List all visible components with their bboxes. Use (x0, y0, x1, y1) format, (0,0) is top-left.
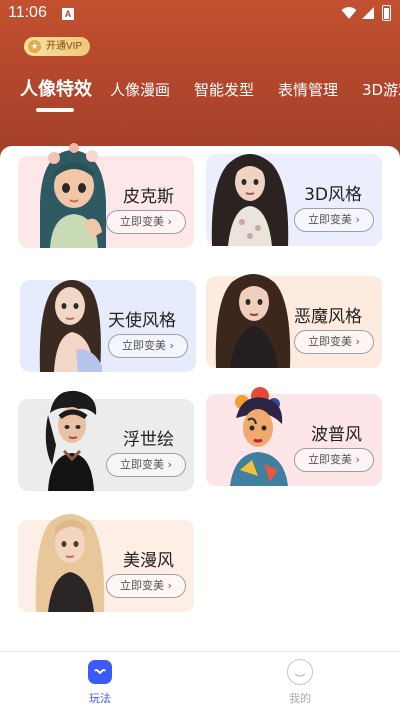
card-title: 3D风格 (304, 185, 362, 205)
card-title: 浮世绘 (123, 430, 174, 450)
nav-profile-label: 我的 (289, 692, 311, 705)
wifi-icon (341, 7, 357, 19)
angel-portrait-image (30, 266, 114, 372)
tab-portrait-comics[interactable]: 人像漫画 (110, 76, 170, 106)
header: 11:06 A ★ 开通VIP 人像特效 人像漫画 智能发型 表情管理 3D游戏 (0, 0, 400, 160)
transform-button[interactable]: 立即变美 › (294, 448, 374, 472)
nav-profile[interactable]: 我的 (250, 652, 350, 711)
3d-style-portrait-image (208, 144, 292, 246)
american-comic-portrait-image (28, 502, 112, 612)
tab-portrait-effects[interactable]: 人像特效 (20, 76, 92, 106)
nav-play-label: 玩法 (89, 692, 111, 705)
app-notification-icon: A (62, 8, 74, 20)
transform-button[interactable]: 立即变美 › (106, 210, 186, 234)
card-title: 波普风 (311, 425, 362, 445)
tab-smart-hairstyle[interactable]: 智能发型 (194, 76, 254, 106)
card-title: 皮克斯 (123, 187, 174, 207)
card-pop-art[interactable]: 波普风 立即变美 › (206, 387, 382, 486)
card-demon-style[interactable]: 恶魔风格 立即变美 › (206, 274, 382, 368)
signal-icon (362, 7, 374, 19)
profile-icon (287, 659, 313, 685)
card-title: 恶魔风格 (294, 307, 362, 327)
crown-icon: ★ (28, 40, 41, 53)
bottom-navigation: 玩法 我的 (0, 651, 400, 711)
pixar-portrait-image (32, 142, 114, 248)
card-angel-style[interactable]: 天使风格 立即变美 › (20, 280, 196, 372)
card-title: 美漫风 (123, 551, 174, 571)
tab-3d-game[interactable]: 3D游戏 (362, 76, 400, 106)
transform-button[interactable]: 立即变美 › (106, 453, 186, 477)
play-icon (88, 660, 112, 684)
active-tab-indicator (36, 108, 74, 112)
tab-expression[interactable]: 表情管理 (278, 76, 338, 106)
transform-button[interactable]: 立即变美 › (294, 330, 374, 354)
pop-art-portrait-image (212, 384, 298, 486)
transform-button[interactable]: 立即变美 › (106, 574, 186, 598)
status-bar: 11:06 A (0, 0, 400, 28)
effects-grid: 皮克斯 立即变美 › 3D风格 立即变美 › 天使风格 立即变美 › 恶魔风格 … (0, 143, 400, 651)
status-time: 11:06 (8, 4, 47, 21)
transform-button[interactable]: 立即变美 › (108, 334, 188, 358)
vip-button[interactable]: ★ 开通VIP (24, 37, 91, 56)
card-american-comic[interactable]: 美漫风 立即变美 › (18, 514, 194, 612)
nav-play[interactable]: 玩法 (50, 652, 150, 711)
transform-button[interactable]: 立即变美 › (294, 208, 374, 232)
demon-portrait-image (210, 264, 296, 368)
card-ukiyoe[interactable]: 浮世绘 立即变美 › (18, 390, 194, 491)
card-3d-style[interactable]: 3D风格 立即变美 › (206, 154, 382, 246)
ukiyoe-portrait-image (26, 385, 108, 491)
battery-icon (382, 5, 391, 21)
card-title: 天使风格 (108, 311, 176, 331)
vip-label: 开通VIP (46, 41, 83, 52)
card-pixar[interactable]: 皮克斯 立即变美 › (18, 143, 194, 248)
